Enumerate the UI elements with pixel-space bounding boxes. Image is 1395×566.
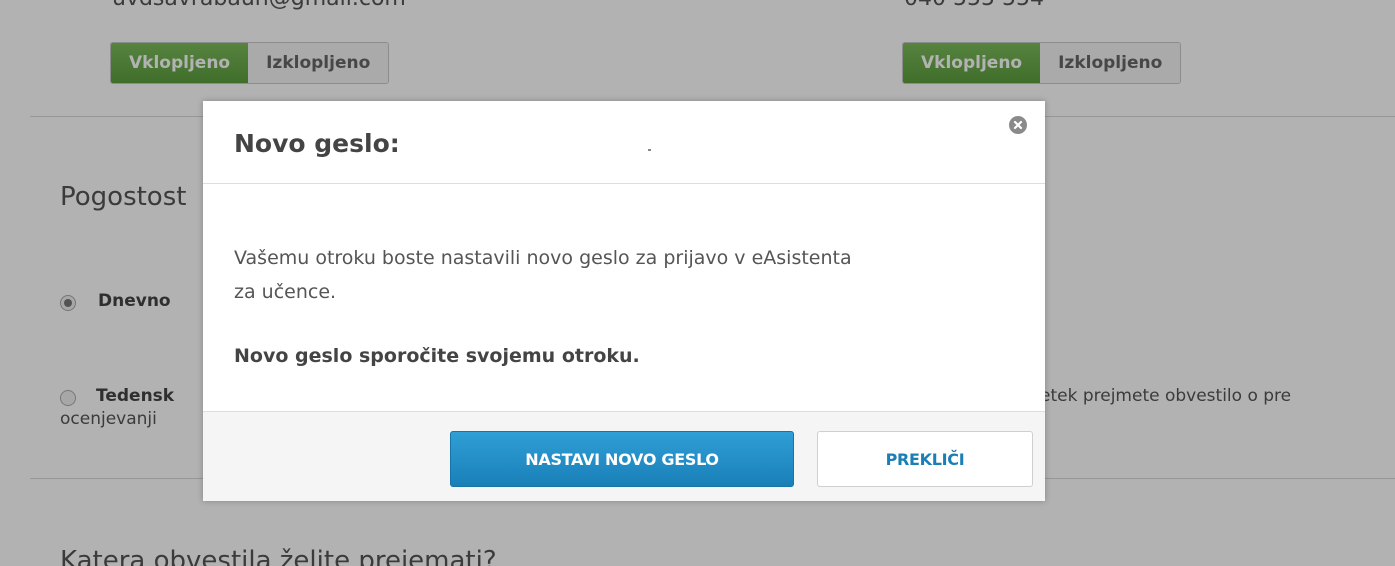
dialog-footer-divider (203, 411, 1045, 412)
dialog-header-divider (203, 183, 1045, 184)
settings-page: uvdsavrabaun@gmail.com 040 555 554 Vklop… (0, 0, 1395, 566)
dialog-title: Novo geslo: (234, 129, 400, 158)
dialog-message-line1: Vašemu otroku boste nastavili novo geslo… (234, 247, 852, 269)
close-icon[interactable] (1009, 116, 1027, 134)
cancel-button[interactable]: PREKLIČI (817, 431, 1033, 487)
redaction-mark (648, 149, 651, 151)
set-new-password-button[interactable]: NASTAVI NOVO GESLO (450, 431, 794, 487)
dialog-footer: NASTAVI NOVO GESLO PREKLIČI (203, 411, 1045, 501)
dialog-message-line2: za učence. (234, 281, 337, 303)
new-password-dialog: Novo geslo: Vašemu otroku boste nastavil… (203, 101, 1045, 501)
dialog-instruction: Novo geslo sporočite svojemu otroku. (234, 345, 640, 367)
